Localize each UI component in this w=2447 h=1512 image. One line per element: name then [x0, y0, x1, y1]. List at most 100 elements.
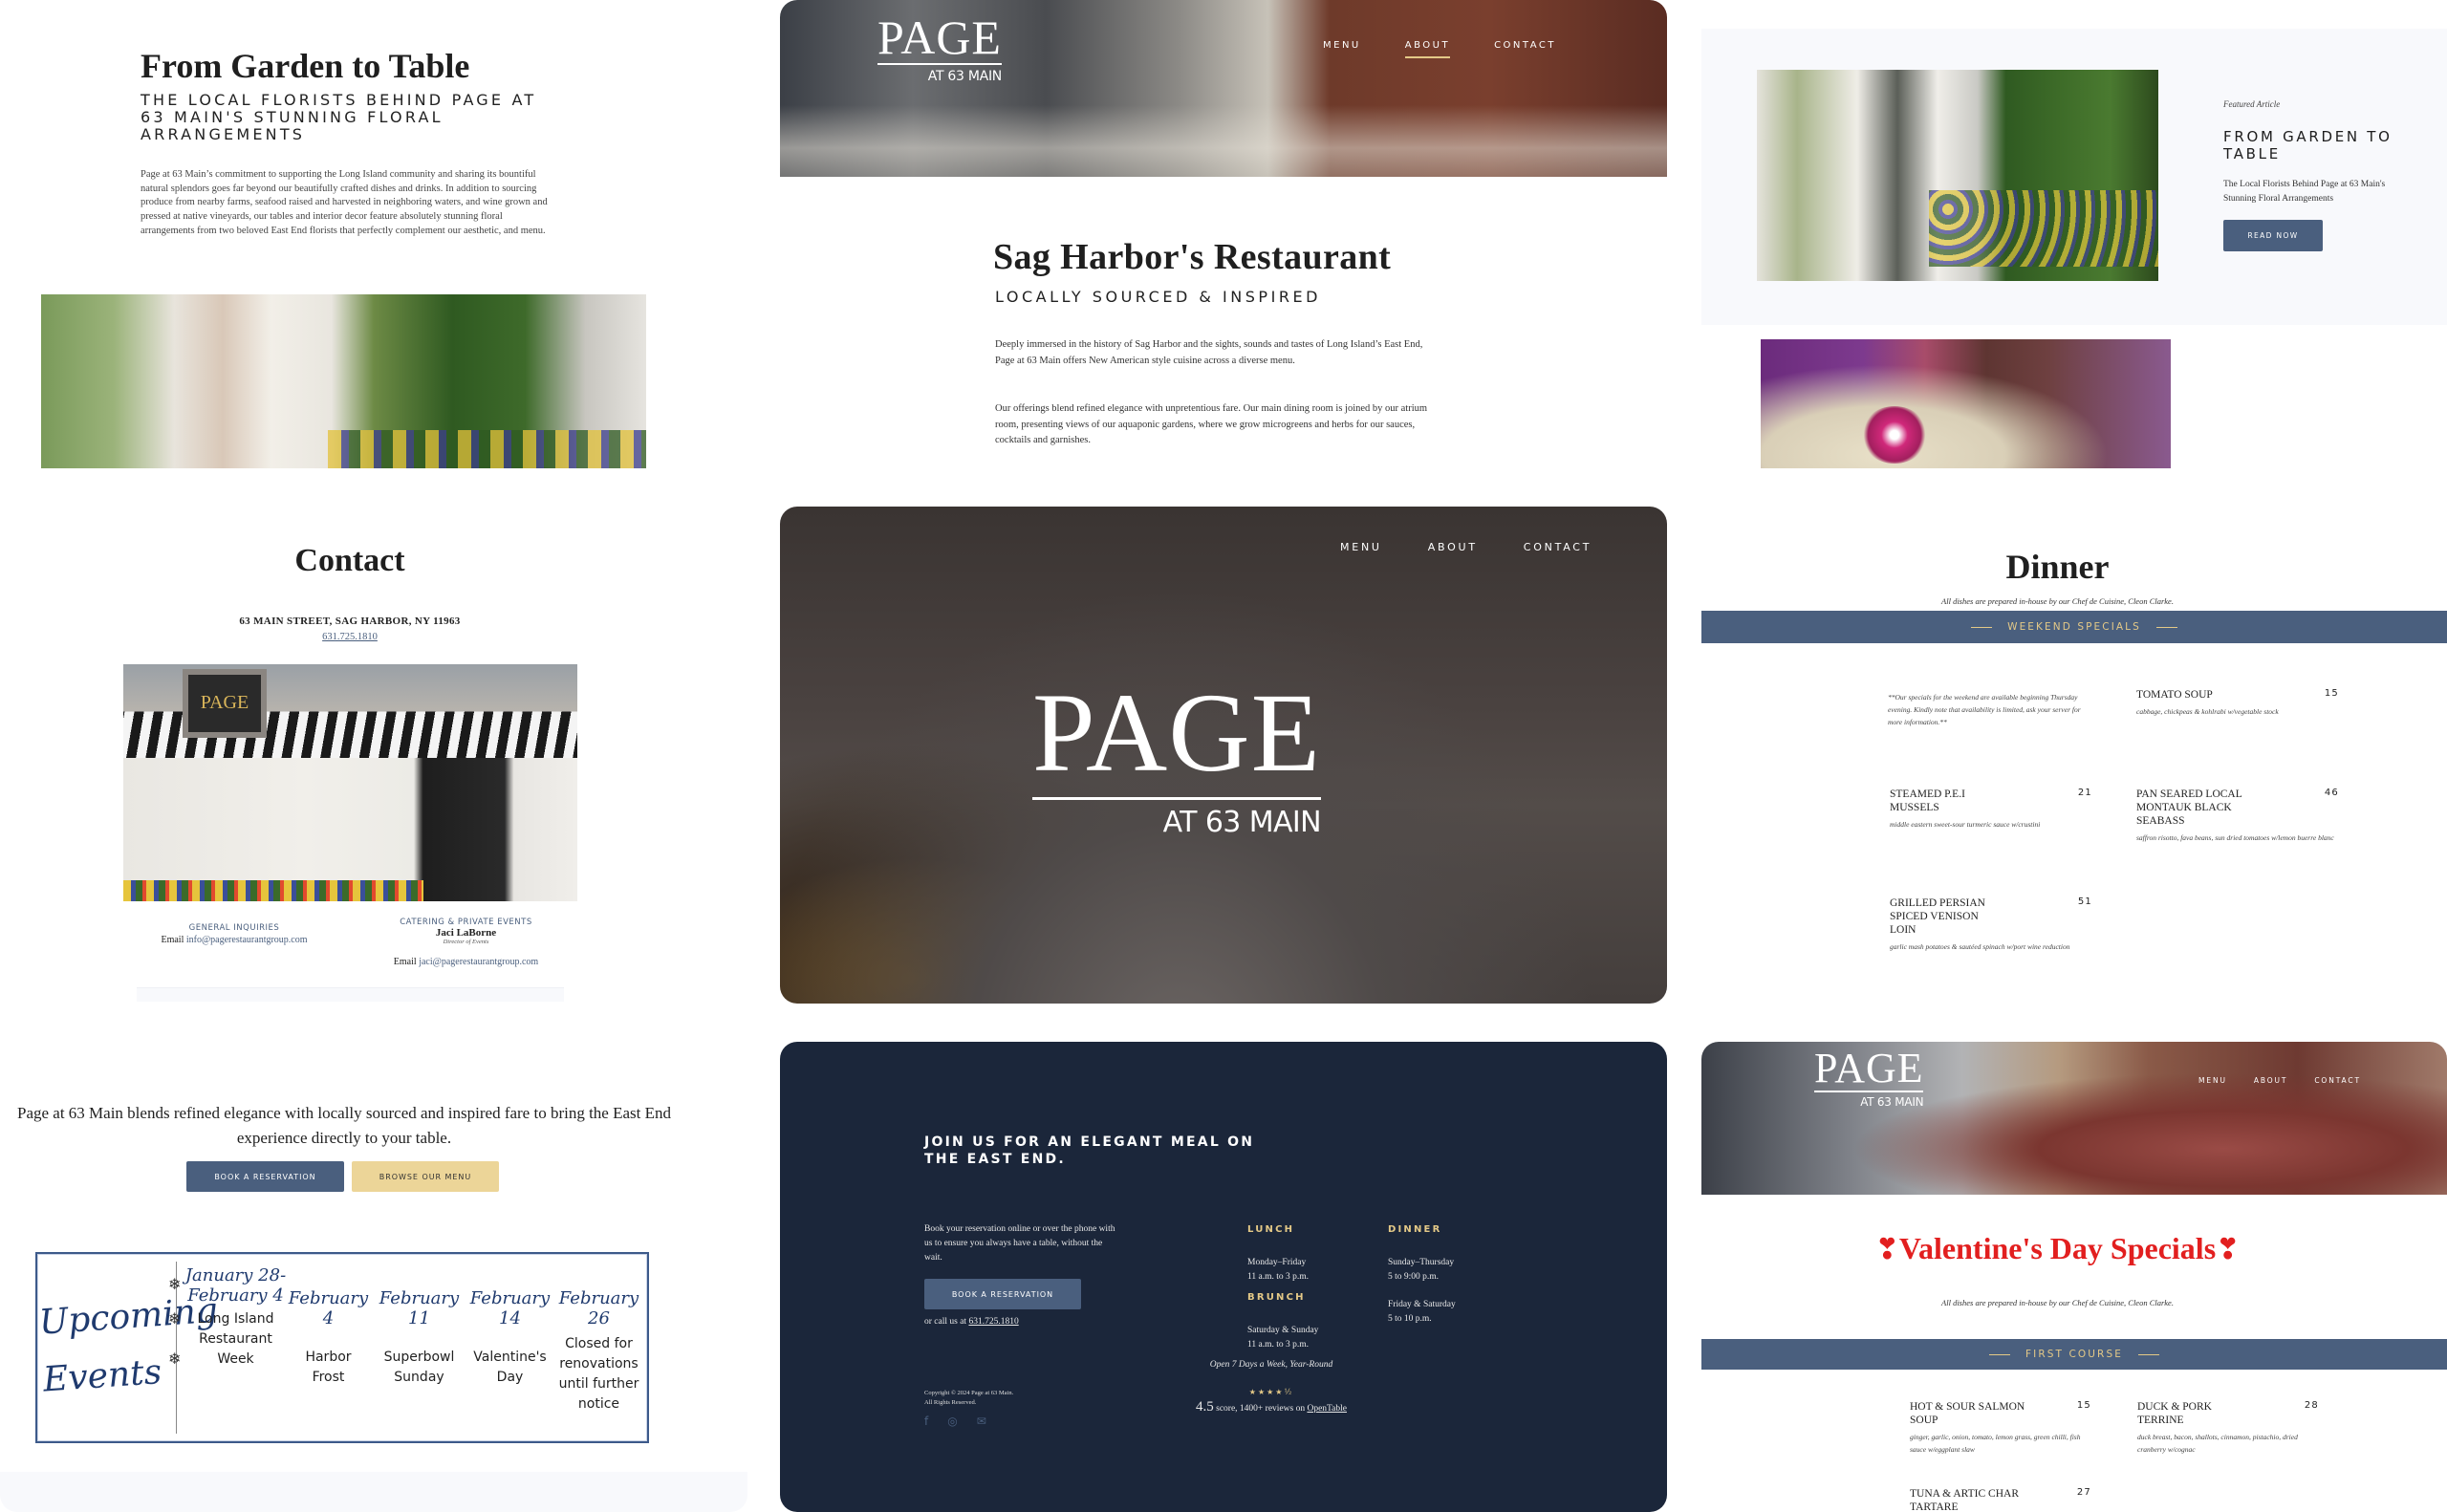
catering-email-link[interactable]: jaci@pagerestaurantgroup.com [419, 957, 538, 967]
nav-about[interactable]: ABOUT [1404, 40, 1451, 58]
copyright-line-1: Copyright © 2024 Page at 63 Main. [924, 1390, 1014, 1396]
home-cta-group: BOOK A RESERVATION BROWSE OUR MENU [186, 1161, 499, 1192]
rating-line: 4.5 score, 1400+ reviews on OpenTable [780, 1399, 1667, 1415]
heart-icon: ❣ [1874, 1233, 1899, 1266]
event-date: February 26 [558, 1288, 639, 1328]
logo[interactable]: PAGE AT 63 MAIN [877, 13, 1002, 84]
email-icon[interactable]: ✉ [977, 1415, 986, 1428]
heart-icon: ❣ [2216, 1233, 2241, 1266]
event-name: Superbowl Sunday [383, 1350, 455, 1385]
nav-menu[interactable]: MENU [1323, 40, 1361, 58]
opentable-link[interactable]: OpenTable [1307, 1404, 1347, 1414]
footer-phone-link[interactable]: 631.725.1810 [968, 1317, 1018, 1327]
featured-kicker: Featured Article [2223, 99, 2281, 109]
contact-form-strip [137, 987, 564, 1002]
main-nav: MENU ABOUT CONTACT [1323, 40, 1556, 58]
home-hero-preview: MENU ABOUT CONTACT PAGE AT 63 MAIN [780, 507, 1667, 1004]
copyright: Copyright © 2024 Page at 63 Main. All Ri… [924, 1389, 1013, 1408]
footer-book-reservation-button[interactable]: BOOK A RESERVATION [924, 1279, 1081, 1309]
logo-main: PAGE [877, 11, 1002, 65]
about-title: Sag Harbor's Restaurant [993, 237, 1392, 277]
footer-call-line: or call us at 631.725.1810 [924, 1317, 1019, 1327]
valentines-chef-note: All dishes are prepared in-house by our … [1941, 1298, 2174, 1307]
brunch-time: 11 a.m. to 3 p.m. [1247, 1340, 1310, 1350]
footer-reservation-text: Book your reservation online or over the… [924, 1224, 1115, 1263]
weekend-specials-header: WEEKEND SPECIALS [1701, 611, 2447, 643]
rating-stars-icon: ★★★★½ [1248, 1388, 1294, 1396]
footer-heading: JOIN US FOR AN ELEGANT MEAL ON THE EAST … [924, 1134, 1255, 1167]
storefront-photo: PAGE [123, 664, 577, 901]
menu-item-name: PAN SEARED LOCAL MONTAUK BLACK SEABASS [2136, 788, 2242, 827]
facebook-icon[interactable]: f [924, 1415, 928, 1428]
logo[interactable]: PAGE AT 63 MAIN [1814, 1045, 1924, 1109]
menu-item-name: HOT & SOUR SALMON SOUP [1910, 1401, 2025, 1426]
menu-item-desc: saffron risotto, fava beans, sun dried t… [2136, 833, 2334, 842]
nav-contact[interactable]: CONTACT [1494, 40, 1556, 58]
dinner-title: Dinner [2005, 548, 2110, 586]
general-inquiries-label: GENERAL INQUIRIES [188, 923, 280, 933]
logo-main: PAGE [1814, 1045, 1924, 1092]
snowflake-icon: ❄ [168, 1275, 182, 1293]
menu-item-price: 51 [2077, 896, 2092, 907]
catering-label: CATERING & PRIVATE EVENTS [400, 918, 532, 927]
home-lead-text: Page at 63 Main blends refined elegance … [16, 1104, 672, 1147]
main-nav: MENU ABOUT CONTACT [2198, 1076, 2361, 1091]
featured-flowers-photo[interactable] [1757, 70, 2158, 281]
event-date: February 4 [288, 1288, 369, 1328]
menu-item-desc: ginger, garlic, onion, tomato, lemon gra… [1910, 1433, 2081, 1454]
contact-address: 63 MAIN STREET, SAG HARBOR, NY 11963 [239, 616, 461, 627]
event-item: January 28- February 4 Long Island Resta… [181, 1265, 291, 1370]
nav-menu[interactable]: MENU [2198, 1076, 2227, 1091]
event-date: February 14 [469, 1288, 551, 1328]
dinner-chef-note: All dishes are prepared in-house by our … [1941, 596, 2174, 606]
dinner-label: DINNER [1388, 1224, 1442, 1235]
nav-about[interactable]: ABOUT [1428, 541, 1478, 559]
read-now-button[interactable]: READ NOW [2223, 220, 2323, 251]
article-subtitle: THE LOCAL FLORISTS BEHIND PAGE AT 63 MAI… [141, 91, 537, 143]
menu-item: STEAMED P.E.I MUSSELS 21 middle eastern s… [1890, 788, 2092, 831]
event-item: February 11 Superbowl Sunday [374, 1288, 465, 1388]
contact-phone-link[interactable]: 631.725.1810 [0, 632, 700, 642]
section-label: FIRST COURSE [2025, 1349, 2123, 1360]
event-name: Valentine's Day [473, 1350, 547, 1385]
footer-preview: JOIN US FOR AN ELEGANT MEAL ON THE EAST … [780, 1042, 1667, 1512]
storefront-sign: PAGE [183, 669, 267, 738]
event-date: February 11 [379, 1288, 460, 1328]
call-prefix: or call us at [924, 1317, 969, 1327]
dinner-days-1: Sunday–Thursday [1388, 1258, 1455, 1267]
menu-item: TOMATO SOUP 15 cabbage, chickpeas & kohlr… [2136, 688, 2339, 718]
article-page-preview: From Garden to Table THE LOCAL FLORISTS … [0, 0, 747, 468]
logo-main: PAGE [1032, 677, 1322, 800]
general-email-link[interactable]: info@pagerestaurantgroup.com [186, 935, 308, 945]
browse-menu-button[interactable]: BROWSE OUR MENU [352, 1161, 499, 1192]
dinner-days-2: Friday & Saturday [1388, 1300, 1456, 1309]
menu-item: PAN SEARED LOCAL MONTAUK BLACK SEABASS 46… [2136, 788, 2339, 844]
nav-menu[interactable]: MENU [1340, 541, 1382, 559]
nav-contact[interactable]: CONTACT [1524, 541, 1592, 559]
lunch-time: 11 a.m. to 3 p.m. [1247, 1272, 1310, 1282]
menu-item: GRILLED PERSIAN SPICED VENISON LOIN 51 ga… [1890, 896, 2092, 953]
book-reservation-button[interactable]: BOOK A RESERVATION [186, 1161, 344, 1192]
dash-right [2137, 1353, 2159, 1355]
instagram-icon[interactable]: ◎ [947, 1415, 957, 1428]
upcoming-events-banner: Upcoming Events ❄ ❄ ❄ January 28- Februa… [35, 1252, 649, 1443]
valentines-menu-preview: PAGE AT 63 MAIN MENU ABOUT CONTACT ❣Vale… [1701, 1042, 2447, 1512]
menu-item-price: 15 [2324, 688, 2339, 699]
valentines-title-text: Valentine's Day Specials [1898, 1231, 2217, 1265]
email-prefix: Email [161, 935, 186, 945]
menu-item-price: 15 [2076, 1400, 2091, 1411]
brunch-label: BRUNCH [1247, 1292, 1306, 1303]
event-item: February 14 Valentine's Day [465, 1288, 555, 1388]
menu-item-name: TOMATO SOUP [2136, 689, 2213, 701]
event-item: February 26 Closed for renovations until… [553, 1288, 644, 1415]
contact-page-preview: Contact 63 MAIN STREET, SAG HARBOR, NY 1… [0, 507, 747, 1002]
featured-description: The Local Florists Behind Page at 63 Mai… [2223, 180, 2386, 204]
nav-about[interactable]: ABOUT [2254, 1076, 2288, 1091]
hours-brunch: BRUNCH Saturday & Sunday 11 a.m. to 3 p.… [1247, 1290, 1318, 1352]
email-prefix: Email [393, 957, 420, 967]
nav-contact[interactable]: CONTACT [2314, 1076, 2361, 1091]
dinner-time-2: 5 to 10 p.m. [1388, 1314, 1432, 1324]
menu-item-price: 28 [2304, 1400, 2319, 1411]
next-section-strip [0, 1472, 747, 1512]
featured-title: FROM GARDEN TO TABLE [2223, 128, 2393, 162]
